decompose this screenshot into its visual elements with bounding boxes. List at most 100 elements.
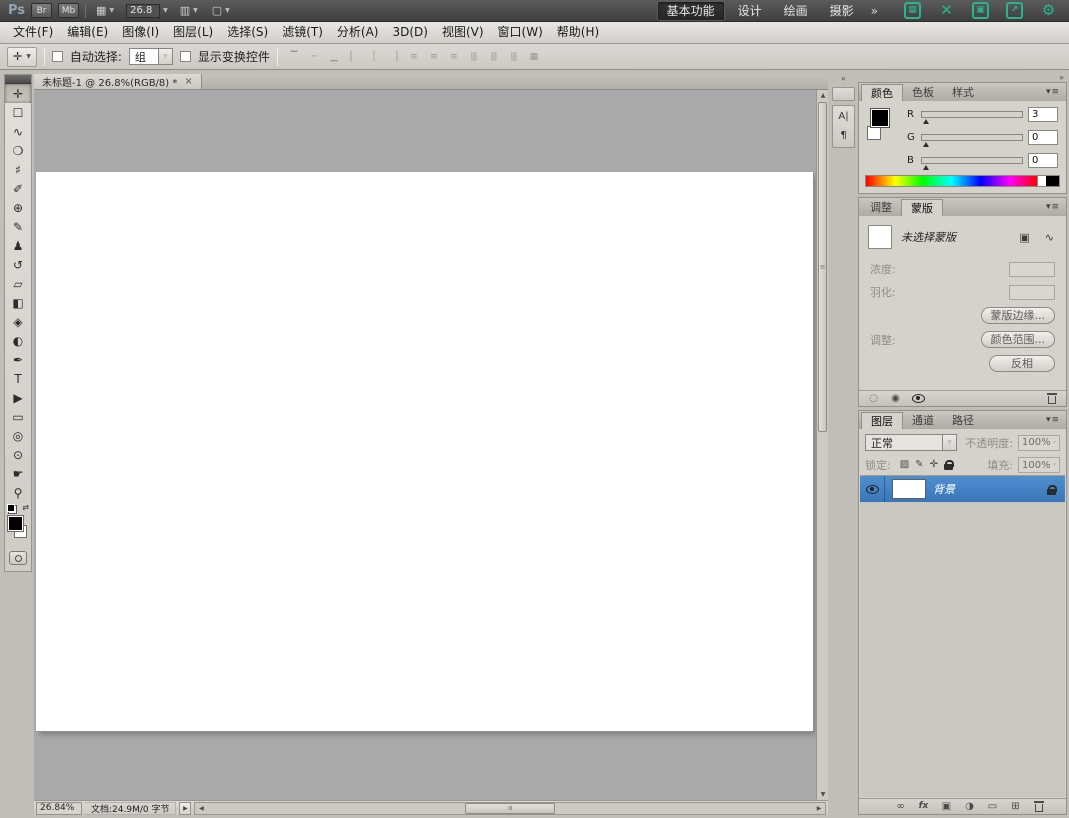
hand-tool[interactable]: ☛ — [5, 464, 31, 483]
slider-thumb[interactable] — [923, 165, 929, 170]
color-spectrum-ramp[interactable] — [865, 175, 1060, 187]
character-panel-icon[interactable]: A| — [838, 112, 848, 122]
load-selection-from-mask-icon[interactable]: ◌ — [868, 393, 879, 405]
distribute-vertical-centers-icon[interactable]: ≡ — [425, 49, 442, 65]
spot-healing-brush-tool[interactable]: ⊕ — [5, 198, 31, 217]
default-colors-icon[interactable] — [7, 504, 17, 514]
panel-menu-icon[interactable]: ▾≡ — [1040, 87, 1066, 97]
slider-thumb[interactable] — [923, 119, 929, 124]
panel-menu-icon[interactable]: ▾≡ — [1040, 415, 1066, 425]
collapse-panels-icon[interactable]: » — [1059, 74, 1064, 82]
workspace-design-button[interactable]: 设计 — [729, 2, 771, 20]
layer-thumbnail[interactable] — [892, 479, 926, 499]
lock-position-icon[interactable]: ✛ — [930, 460, 938, 470]
layer-visibility-toggle[interactable] — [860, 476, 885, 502]
quick-selection-tool[interactable]: ❍ — [5, 141, 31, 160]
dodge-tool[interactable]: ◐ — [5, 331, 31, 350]
menu-edit[interactable]: 编辑(E) — [60, 22, 115, 43]
channel-slider-track[interactable] — [921, 157, 1023, 170]
layer-row-background[interactable]: 背景 — [860, 476, 1065, 502]
menu-view[interactable]: 视图(V) — [435, 22, 491, 43]
menu-image[interactable]: 图像(I) — [115, 22, 166, 43]
distribute-right-edges-icon[interactable]: ||| — [505, 49, 522, 65]
apply-mask-icon[interactable]: ◉ — [890, 393, 901, 405]
channel-slider-track[interactable] — [921, 134, 1023, 147]
horizontal-scrollbar-thumb[interactable]: ≡ — [465, 802, 556, 814]
align-vertical-centers-icon[interactable]: ─ — [305, 49, 322, 65]
swap-colors-icon[interactable]: ⇄ — [22, 503, 29, 512]
opacity-field[interactable]: 100% ▾ — [1018, 434, 1060, 451]
quick-mask-button[interactable] — [9, 551, 27, 565]
dropdown-button[interactable]: ▼ — [942, 435, 956, 450]
spectrum-gradient[interactable] — [866, 176, 1037, 186]
grid-panel-icon[interactable]: ▦ — [904, 2, 921, 19]
slider-thumb[interactable] — [923, 142, 929, 147]
settings-gear-icon[interactable]: ⚙ — [1040, 2, 1057, 19]
tab-layers[interactable]: 图层 — [861, 412, 903, 429]
scroll-left-icon[interactable]: ◀ — [195, 803, 207, 814]
mini-bridge-button[interactable]: Mb — [58, 3, 80, 18]
tab-channels[interactable]: 通道 — [903, 412, 943, 429]
layer-style-icon[interactable]: fx — [918, 801, 929, 813]
3d-camera-rotate-tool[interactable]: ⊙ — [5, 445, 31, 464]
add-pixel-mask-icon[interactable]: ▣ — [1016, 231, 1032, 244]
tool-preset-picker[interactable]: ✛ ▼ — [7, 46, 37, 67]
menu-file[interactable]: 文件(F) — [6, 22, 60, 43]
rectangle-tool[interactable]: ▭ — [5, 407, 31, 426]
auto-select-dropdown[interactable]: 组 ▼ — [128, 48, 173, 65]
fill-field[interactable]: 100% ▾ — [1018, 457, 1060, 473]
lock-image-pixels-icon[interactable]: ✎ — [915, 460, 923, 470]
capture-cross-icon[interactable]: ✕ — [938, 2, 955, 19]
zoom-level-dropdown[interactable]: 26.8 ▼ — [124, 3, 170, 18]
crop-tool[interactable]: ♯ — [5, 160, 31, 179]
add-layer-mask-icon[interactable]: ▣ — [941, 801, 952, 813]
canvas[interactable] — [36, 172, 813, 731]
distribute-top-edges-icon[interactable]: ≡ — [405, 49, 422, 65]
history-brush-tool[interactable]: ↺ — [5, 255, 31, 274]
spectrum-black-swatch[interactable] — [1046, 176, 1059, 186]
menu-help[interactable]: 帮助(H) — [550, 22, 606, 43]
add-vector-mask-icon[interactable]: ∿ — [1042, 231, 1057, 244]
tab-adjustments[interactable]: 调整 — [861, 199, 901, 216]
disable-mask-icon[interactable] — [912, 393, 925, 405]
feather-field[interactable] — [1009, 284, 1055, 300]
auto-select-checkbox[interactable] — [51, 51, 63, 62]
horizontal-scrollbar[interactable]: ◀ ≡ ▶ — [194, 801, 826, 815]
tab-swatches[interactable]: 色板 — [903, 84, 943, 101]
menu-layer[interactable]: 图层(L) — [166, 22, 220, 43]
bridge-button[interactable]: Br — [31, 3, 53, 18]
show-transform-controls-checkbox[interactable] — [179, 51, 191, 62]
foreground-color-swatch[interactable] — [7, 515, 24, 532]
type-tool[interactable]: T — [5, 369, 31, 388]
menu-filter[interactable]: 滤镜(T) — [275, 22, 330, 43]
workspace-essentials-button[interactable]: 基本功能 — [656, 0, 725, 21]
channel-slider-track[interactable] — [921, 111, 1023, 124]
delete-mask-icon[interactable] — [1046, 393, 1057, 405]
auto-align-layers-icon[interactable]: ▦ — [525, 49, 542, 65]
foreground-color-swatch[interactable] — [870, 108, 890, 128]
color-range-button[interactable]: 颜色范围... — [980, 331, 1055, 348]
status-flyout-button[interactable]: ▶ — [179, 801, 192, 815]
close-icon[interactable]: × — [184, 76, 192, 87]
align-bottom-edges-icon[interactable]: ▁ — [325, 49, 342, 65]
link-layers-icon[interactable]: ∞ — [895, 801, 906, 813]
rectangular-marquee-tool[interactable]: ☐ — [5, 103, 31, 122]
eraser-tool[interactable]: ▱ — [5, 274, 31, 293]
channel-value-field[interactable]: 0 — [1028, 130, 1058, 145]
zoom-level-value[interactable]: 26.8 — [126, 3, 161, 18]
arrange-documents-button[interactable]: ▥ ▼ — [176, 3, 202, 19]
share-window-icon[interactable]: ↗ — [1006, 2, 1023, 19]
channel-value-field[interactable]: 0 — [1028, 153, 1058, 168]
document-tab[interactable]: 未标题-1 @ 26.8%(RGB/8) * × — [34, 74, 202, 89]
lasso-tool[interactable]: ∿ — [5, 122, 31, 141]
spectrum-white-swatch[interactable] — [1037, 176, 1046, 186]
scroll-up-icon[interactable]: ▲ — [817, 90, 828, 101]
tab-masks[interactable]: 蒙版 — [901, 199, 943, 216]
align-horizontal-centers-icon[interactable]: │ — [365, 49, 382, 65]
brush-tool[interactable]: ✎ — [5, 217, 31, 236]
distribute-horizontal-centers-icon[interactable]: ||| — [485, 49, 502, 65]
workspace-overflow-button[interactable]: » — [867, 4, 882, 18]
align-top-edges-icon[interactable]: ▔ — [285, 49, 302, 65]
3d-object-rotate-tool[interactable]: ◎ — [5, 426, 31, 445]
workspace-photo-button[interactable]: 摄影 — [821, 2, 863, 20]
